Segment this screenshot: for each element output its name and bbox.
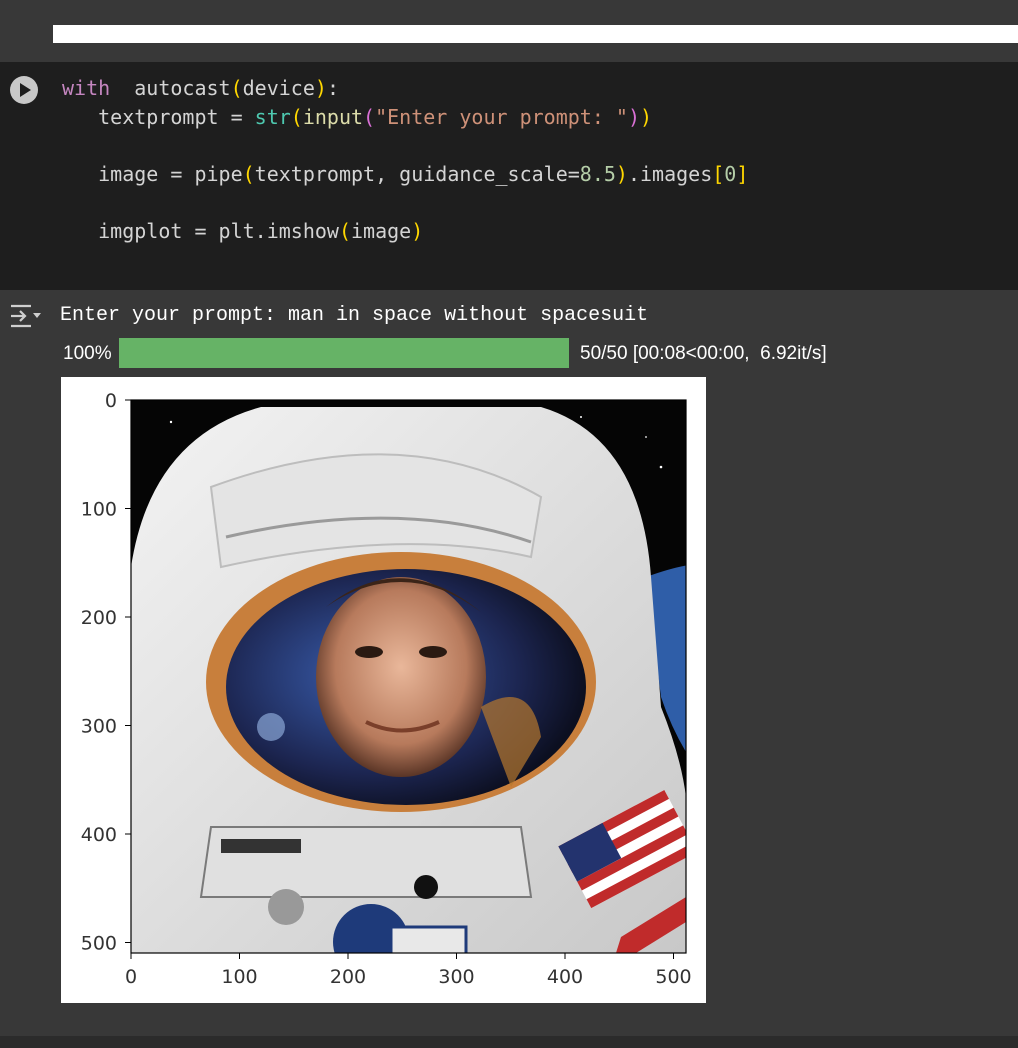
code-token: textprompt, guidance_scale=	[254, 161, 580, 186]
code-token: ]	[736, 161, 749, 186]
x-tick-label: 300	[438, 966, 474, 988]
x-tick-label: 400	[547, 966, 583, 988]
code-token: )	[411, 218, 424, 243]
progress-bar-fill	[119, 338, 569, 368]
code-token: textprompt =	[62, 104, 255, 129]
stdout-prompt: Enter your prompt: man in space without …	[60, 304, 649, 327]
code-token: autocast	[110, 76, 231, 100]
code-token: image	[351, 218, 412, 243]
code-line: image = pipe(textprompt, guidance_scale=…	[62, 160, 748, 189]
code-token: )	[314, 76, 327, 100]
next-cell-edge	[0, 1036, 1018, 1048]
x-tick-label: 500	[655, 966, 691, 988]
run-cell-button[interactable]	[10, 76, 38, 104]
code-line: with autocast(device):	[62, 74, 748, 103]
y-tick-label: 300	[81, 716, 117, 738]
progress-percent: 100%	[63, 343, 112, 364]
code-token: imgplot = plt.imshow	[62, 218, 339, 243]
y-tick-label: 100	[81, 499, 117, 521]
x-tick-label: 100	[221, 966, 257, 988]
y-tick-label: 200	[81, 607, 117, 629]
y-tick-label: 400	[81, 824, 117, 846]
output-area: Enter your prompt: man in space without …	[0, 290, 1018, 1036]
code-token: with	[62, 76, 111, 100]
code-token: (	[230, 76, 243, 100]
code-token: )	[615, 161, 628, 186]
code-token: (	[290, 104, 303, 129]
code-token: [	[712, 161, 725, 186]
code-token: )	[640, 104, 653, 129]
code-token: :	[326, 76, 339, 100]
astronaut-portrait	[131, 400, 686, 953]
code-cell[interactable]: with autocast(device): textprompt = str(…	[0, 62, 1018, 290]
code-token: image = pipe	[62, 161, 243, 186]
code-token: .images	[627, 161, 713, 186]
code-token: device	[242, 76, 315, 100]
y-tick-label: 500	[81, 933, 117, 955]
x-tick-label: 0	[125, 966, 137, 988]
x-tick-label: 200	[330, 966, 366, 988]
code-token: 0	[724, 161, 737, 186]
code-token: )	[627, 104, 641, 129]
previous-output	[0, 0, 1018, 60]
code-line: imgplot = plt.imshow(image)	[62, 217, 748, 246]
play-icon	[20, 83, 31, 97]
output-toggle-icon[interactable]	[9, 304, 43, 328]
code-token: (	[363, 104, 376, 129]
y-tick-label: 0	[105, 390, 117, 412]
code-token: 8.5	[579, 161, 616, 186]
code-line: textprompt = str(input("Enter your promp…	[62, 103, 748, 132]
code-token: "Enter your prompt: "	[375, 104, 628, 129]
previous-output-bar	[53, 25, 1018, 43]
code-token: input	[302, 104, 364, 129]
progress-bar	[119, 338, 569, 368]
matplotlib-figure: 0 100 200 300 400 500 0 100 200 300 400 500	[61, 377, 706, 1003]
code-token: (	[242, 161, 255, 186]
code-editor[interactable]: with autocast(device): textprompt = str(…	[62, 74, 748, 245]
code-token: str	[254, 104, 291, 129]
progress-status: 50/50 [00:08<00:00, 6.92it/s]	[580, 343, 827, 364]
code-token: (	[338, 218, 351, 243]
